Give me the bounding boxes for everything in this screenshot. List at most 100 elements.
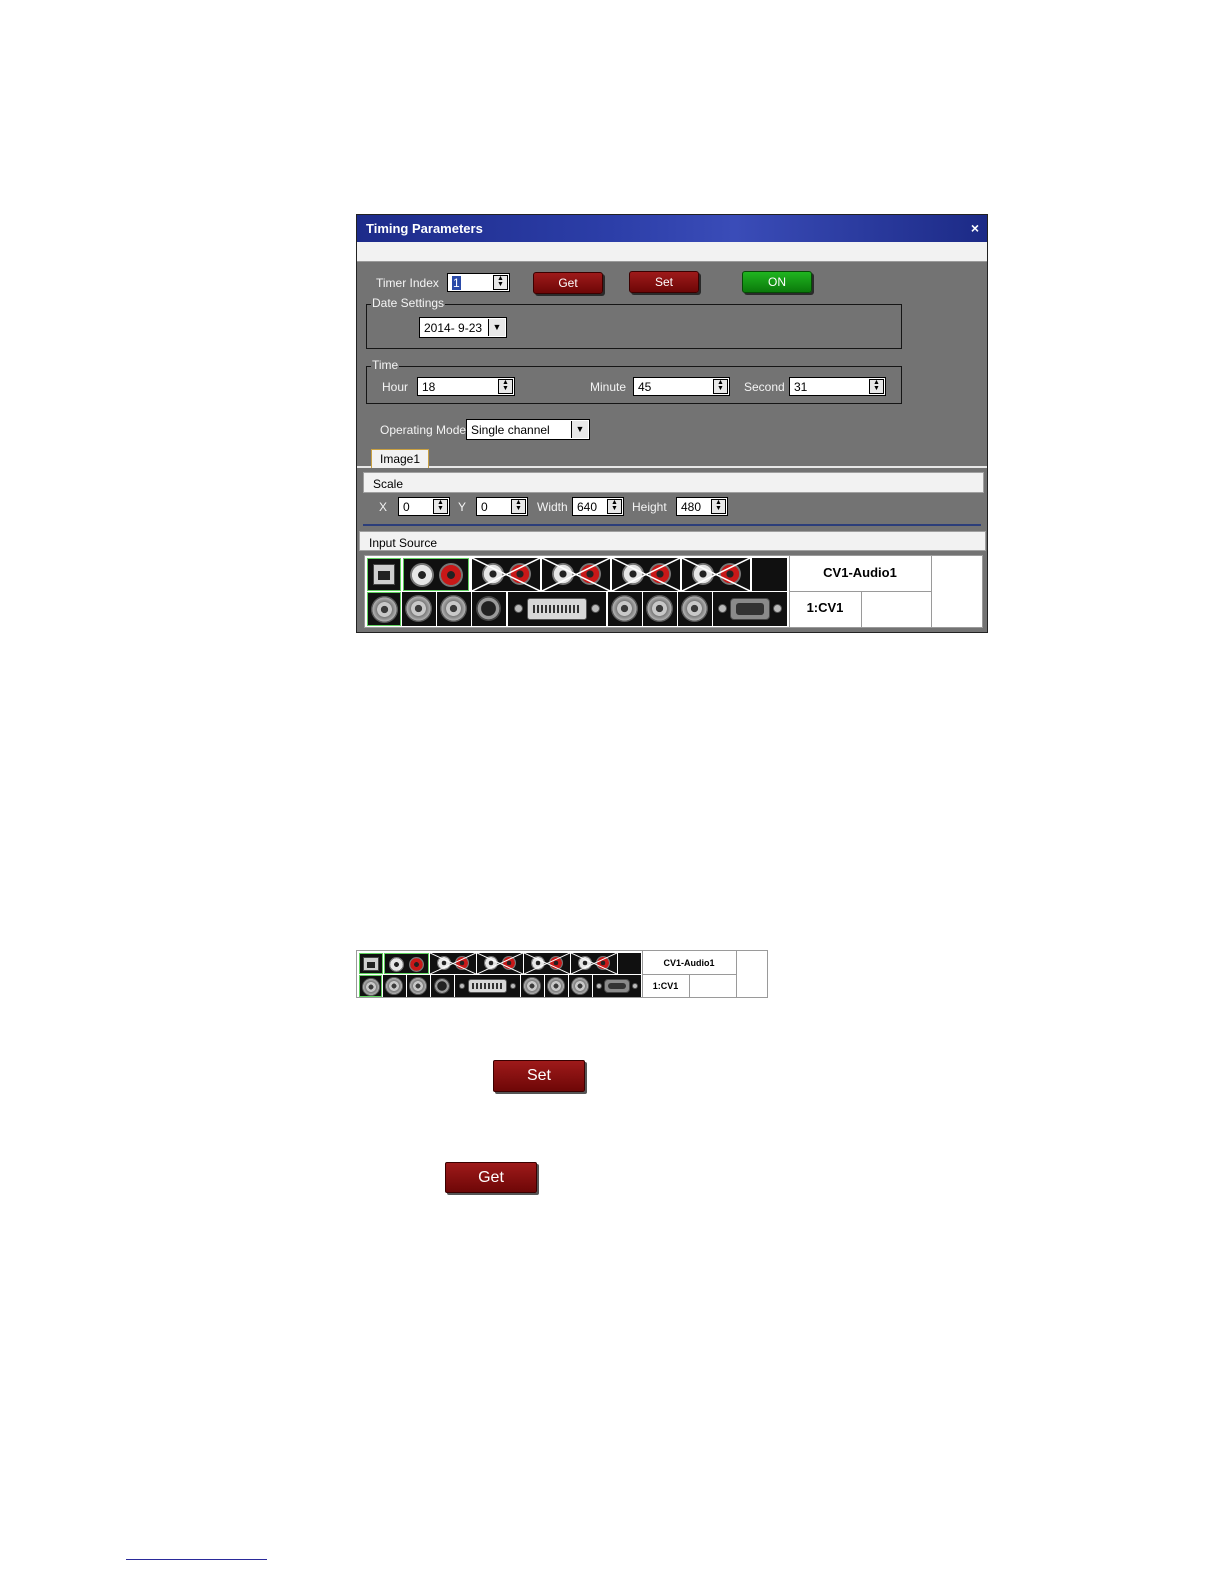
second-label: Second (744, 380, 785, 394)
dvi-port-icon (527, 598, 587, 620)
width-label: Width (537, 500, 568, 514)
spin-arrows-icon[interactable]: ▲ ▼ (607, 499, 622, 514)
toolbar-strip (357, 242, 987, 262)
screw-icon (718, 604, 727, 613)
rca-jack-icon (409, 957, 424, 972)
dvi-input[interactable] (455, 975, 520, 997)
spin-arrows-icon[interactable]: ▲ ▼ (713, 379, 728, 394)
scale-divider (363, 524, 981, 526)
footnote-separator (126, 1559, 267, 1560)
operating-mode-label: Operating Mode (380, 423, 467, 437)
screw-icon (773, 604, 782, 613)
video-source-label[interactable]: 1:CV1 (642, 981, 689, 991)
rj45-icon (373, 564, 395, 585)
second-value: 31 (794, 380, 808, 394)
minute-value: 45 (638, 380, 652, 394)
hour-spinner[interactable]: 18 ▲ ▼ (417, 377, 515, 396)
audio-source-label[interactable]: CV1-Audio1 (789, 565, 931, 580)
audio-source-label[interactable]: CV1-Audio1 (642, 958, 736, 968)
rca-jack-icon (439, 563, 463, 587)
tab-image1[interactable]: Image1 (371, 449, 429, 468)
get-button[interactable]: Get (533, 272, 603, 294)
bnc-input-6[interactable] (569, 975, 592, 997)
screw-icon (596, 983, 602, 989)
on-button[interactable]: ON (742, 271, 812, 293)
bnc-input-4[interactable] (608, 592, 642, 626)
spin-arrows-icon[interactable]: ▲ ▼ (511, 499, 526, 514)
audio-input-5-disabled[interactable] (682, 558, 750, 591)
s-video-input[interactable] (431, 975, 454, 997)
bnc-input-2[interactable] (402, 592, 436, 626)
audio-input-3-disabled[interactable] (477, 953, 523, 974)
bnc-input-1[interactable] (359, 975, 382, 997)
vga-input[interactable] (713, 592, 787, 626)
spin-arrows-icon[interactable]: ▲ ▼ (498, 379, 513, 394)
get-button-standalone[interactable]: Get (445, 1162, 537, 1193)
video-source-label[interactable]: 1:CV1 (789, 600, 861, 615)
audio-input-2-disabled[interactable] (472, 558, 540, 591)
audio-input-5-disabled[interactable] (571, 953, 617, 974)
network-input[interactable] (367, 558, 401, 591)
s-video-input[interactable] (472, 592, 506, 626)
timing-parameters-dialog: Timing Parameters × Timer Index 1 ▲ ▼ Get… (356, 214, 988, 633)
bnc-jack-icon (571, 977, 589, 995)
bnc-input-3[interactable] (437, 592, 471, 626)
y-label: Y (458, 500, 467, 514)
dropdown-arrow-icon[interactable]: ▼ (571, 421, 588, 438)
audio-input-3-disabled[interactable] (542, 558, 610, 591)
s-video-icon (434, 978, 450, 994)
grid-line (789, 591, 931, 592)
audio-input-4-disabled[interactable] (524, 953, 570, 974)
grid-line (861, 591, 862, 627)
set-button-standalone[interactable]: Set (493, 1060, 585, 1092)
y-spinner[interactable]: 0 ▲ ▼ (476, 497, 528, 516)
bnc-input-5[interactable] (643, 592, 677, 626)
title-bar[interactable]: Timing Parameters × (357, 215, 987, 242)
minute-spinner[interactable]: 45 ▲ ▼ (633, 377, 730, 396)
date-settings-group: Date Settings 2014- 9-23 ▼ (366, 296, 902, 349)
screw-icon (459, 983, 465, 989)
dropdown-arrow-icon[interactable]: ▼ (488, 319, 505, 336)
input-source-label: Input Source (369, 536, 438, 550)
spin-arrows-icon[interactable]: ▲ ▼ (869, 379, 884, 394)
grid-line (736, 951, 737, 997)
hour-value: 18 (422, 380, 436, 394)
width-spinner[interactable]: 640 ▲ ▼ (572, 497, 624, 516)
audio-input-1[interactable] (403, 558, 469, 591)
bnc-input-3[interactable] (407, 975, 430, 997)
audio-input-2-disabled[interactable] (430, 953, 476, 974)
vga-input[interactable] (593, 975, 641, 997)
bnc-input-6[interactable] (678, 592, 712, 626)
height-spinner[interactable]: 480 ▲ ▼ (676, 497, 728, 516)
date-picker[interactable]: 2014- 9-23 ▼ (419, 317, 507, 338)
close-icon[interactable]: × (971, 220, 979, 236)
screw-icon (591, 604, 600, 613)
x-spinner[interactable]: 0 ▲ ▼ (398, 497, 450, 516)
network-input[interactable] (359, 953, 383, 974)
empty-slot (752, 558, 787, 591)
bnc-input-5[interactable] (545, 975, 568, 997)
dvi-input[interactable] (508, 592, 606, 626)
spin-arrows-icon[interactable]: ▲ ▼ (711, 499, 726, 514)
time-group-label: Time (371, 358, 400, 372)
set-button[interactable]: Set (629, 271, 699, 293)
bnc-input-1[interactable] (367, 592, 401, 626)
tab-bar (357, 466, 987, 468)
dvi-port-icon (468, 979, 507, 993)
spin-arrows-icon[interactable]: ▲ ▼ (433, 499, 448, 514)
bnc-jack-icon (440, 595, 467, 622)
scale-header: Scale (363, 472, 984, 493)
audio-input-4-disabled[interactable] (612, 558, 680, 591)
spin-arrows-icon[interactable]: ▲ ▼ (493, 275, 508, 290)
width-value: 640 (577, 500, 598, 514)
grid-line (931, 556, 932, 627)
bnc-input-4[interactable] (521, 975, 544, 997)
disabled-cross-icon (571, 953, 617, 974)
audio-input-1[interactable] (384, 953, 429, 974)
scale-label: Scale (373, 477, 404, 491)
operating-mode-select[interactable]: Single channel ▼ (466, 419, 590, 440)
timer-index-spinner[interactable]: 1 ▲ ▼ (447, 273, 510, 292)
bnc-input-2[interactable] (383, 975, 406, 997)
second-spinner[interactable]: 31 ▲ ▼ (789, 377, 886, 396)
screw-icon (632, 983, 638, 989)
